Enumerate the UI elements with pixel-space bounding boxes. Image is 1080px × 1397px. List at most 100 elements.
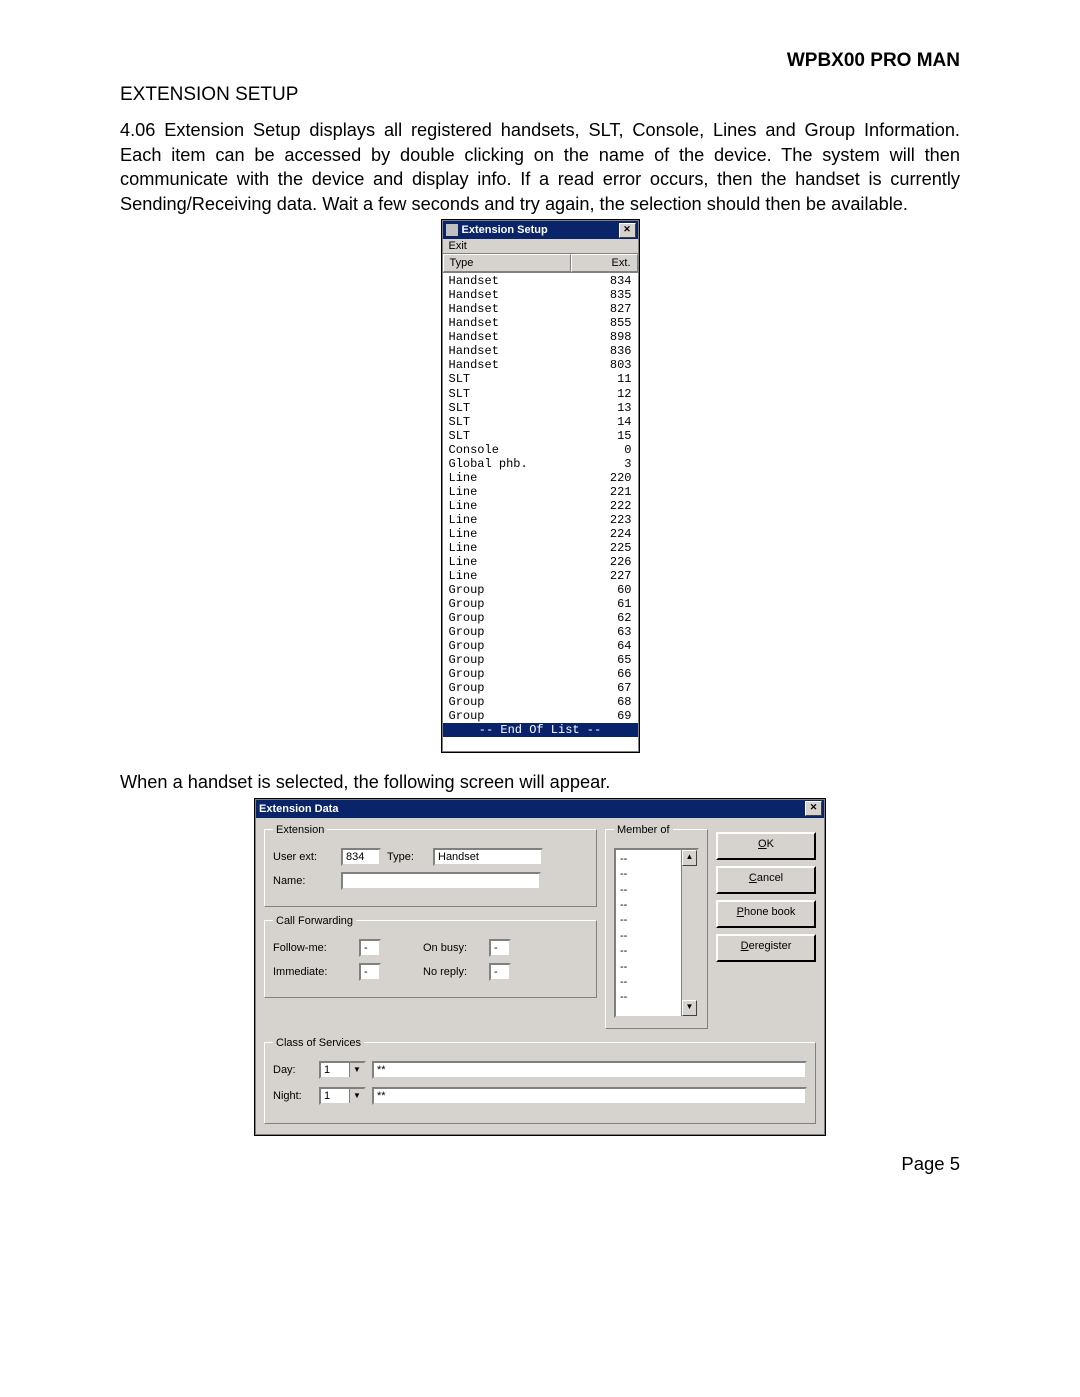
table-row[interactable]: Global phb.3 bbox=[443, 457, 638, 471]
type-field[interactable]: Handset bbox=[433, 848, 543, 866]
table-row[interactable]: Line222 bbox=[443, 499, 638, 513]
chevron-down-icon[interactable]: ▼ bbox=[349, 1089, 364, 1103]
cell-type: Group bbox=[449, 611, 569, 625]
userext-label: User ext: bbox=[273, 851, 335, 863]
col-header-type[interactable]: Type bbox=[443, 254, 571, 272]
cell-type: Group bbox=[449, 639, 569, 653]
userext-field[interactable]: 834 bbox=[341, 848, 381, 866]
cell-type: SLT bbox=[449, 415, 569, 429]
noreply-field[interactable]: - bbox=[489, 963, 511, 981]
table-row[interactable]: Handset827 bbox=[443, 302, 638, 316]
table-row[interactable]: Line224 bbox=[443, 527, 638, 541]
night-dropdown[interactable]: 1 ▼ bbox=[319, 1087, 366, 1105]
table-row[interactable]: Line226 bbox=[443, 555, 638, 569]
cell-type: Handset bbox=[449, 288, 569, 302]
chevron-down-icon[interactable]: ▼ bbox=[349, 1063, 364, 1077]
table-row[interactable]: Group65 bbox=[443, 653, 638, 667]
cell-ext: 836 bbox=[569, 344, 632, 358]
table-row[interactable]: Console0 bbox=[443, 443, 638, 457]
cell-type: Group bbox=[449, 583, 569, 597]
phonebook-button[interactable]: Phone book bbox=[716, 900, 816, 928]
table-row[interactable]: SLT12 bbox=[443, 387, 638, 401]
immediate-field[interactable]: - bbox=[359, 963, 381, 981]
cell-type: SLT bbox=[449, 429, 569, 443]
table-row[interactable]: Group67 bbox=[443, 681, 638, 695]
app-icon bbox=[446, 224, 458, 236]
scrollbar[interactable]: ▲ ▼ bbox=[681, 850, 697, 1016]
extension-group: Extension User ext: 834 Type: Handset Na… bbox=[264, 824, 597, 907]
table-row[interactable]: Group62 bbox=[443, 611, 638, 625]
table-row[interactable]: Handset835 bbox=[443, 288, 638, 302]
ok-button[interactable]: OK bbox=[716, 832, 816, 860]
memberof-list[interactable]: -------------------- ▲ ▼ bbox=[614, 848, 699, 1018]
titlebar[interactable]: Extension Setup ✕ bbox=[443, 221, 638, 239]
cell-ext: 62 bbox=[569, 611, 632, 625]
cell-ext: 12 bbox=[569, 387, 632, 401]
cell-type: Handset bbox=[449, 330, 569, 344]
extension-list[interactable]: Handset834Handset835Handset827Handset855… bbox=[443, 272, 638, 751]
close-icon[interactable]: ✕ bbox=[805, 801, 822, 816]
table-row[interactable]: Group68 bbox=[443, 695, 638, 709]
table-row[interactable]: Group69 bbox=[443, 709, 638, 723]
table-row[interactable]: Line220 bbox=[443, 471, 638, 485]
table-row[interactable]: Group60 bbox=[443, 583, 638, 597]
table-row[interactable]: SLT13 bbox=[443, 401, 638, 415]
table-row[interactable]: Handset834 bbox=[443, 274, 638, 288]
cancel-button[interactable]: Cancel bbox=[716, 866, 816, 894]
scroll-down-icon[interactable]: ▼ bbox=[682, 1000, 697, 1016]
deregister-button[interactable]: Deregister bbox=[716, 934, 816, 962]
cell-type: Console bbox=[449, 443, 569, 457]
cell-type: Group bbox=[449, 653, 569, 667]
table-row[interactable]: SLT15 bbox=[443, 429, 638, 443]
cell-type: SLT bbox=[449, 372, 569, 386]
table-row[interactable]: Handset803 bbox=[443, 358, 638, 372]
cos-legend: Class of Services bbox=[273, 1037, 364, 1049]
col-header-ext[interactable]: Ext. bbox=[571, 254, 638, 272]
table-row[interactable]: SLT11 bbox=[443, 372, 638, 386]
followme-field[interactable]: - bbox=[359, 939, 381, 957]
onbusy-label: On busy: bbox=[423, 942, 483, 954]
table-row[interactable]: Handset898 bbox=[443, 330, 638, 344]
cell-ext: 65 bbox=[569, 653, 632, 667]
doc-title: WPBX00 PRO MAN bbox=[120, 50, 960, 72]
cell-type: Line bbox=[449, 541, 569, 555]
table-row[interactable]: Line227 bbox=[443, 569, 638, 583]
table-row[interactable]: Group61 bbox=[443, 597, 638, 611]
noreply-label: No reply: bbox=[423, 966, 483, 978]
night-label: Night: bbox=[273, 1090, 313, 1102]
day-detail-field[interactable]: ** bbox=[372, 1061, 807, 1079]
table-row[interactable]: Line225 bbox=[443, 541, 638, 555]
table-row[interactable]: Group64 bbox=[443, 639, 638, 653]
cell-ext: 221 bbox=[569, 485, 632, 499]
table-row[interactable]: Group66 bbox=[443, 667, 638, 681]
cf-legend: Call Forwarding bbox=[273, 915, 356, 927]
table-row[interactable]: Handset855 bbox=[443, 316, 638, 330]
table-row[interactable]: Group63 bbox=[443, 625, 638, 639]
cell-ext: 224 bbox=[569, 527, 632, 541]
table-row[interactable]: Handset836 bbox=[443, 344, 638, 358]
day-value: 1 bbox=[321, 1063, 349, 1077]
cell-type: Handset bbox=[449, 274, 569, 288]
cell-ext: 66 bbox=[569, 667, 632, 681]
cell-ext: 803 bbox=[569, 358, 632, 372]
cell-ext: 14 bbox=[569, 415, 632, 429]
cell-ext: 834 bbox=[569, 274, 632, 288]
scroll-up-icon[interactable]: ▲ bbox=[682, 850, 697, 866]
cell-type: Line bbox=[449, 527, 569, 541]
day-dropdown[interactable]: 1 ▼ bbox=[319, 1061, 366, 1079]
table-row[interactable]: SLT14 bbox=[443, 415, 638, 429]
menu-exit[interactable]: Exit bbox=[449, 240, 467, 252]
extension-legend: Extension bbox=[273, 824, 327, 836]
cell-type: SLT bbox=[449, 401, 569, 415]
name-field[interactable] bbox=[341, 872, 541, 890]
titlebar[interactable]: Extension Data ✕ bbox=[256, 800, 824, 818]
cell-type: Line bbox=[449, 569, 569, 583]
night-detail-field[interactable]: ** bbox=[372, 1087, 807, 1105]
cell-type: Line bbox=[449, 513, 569, 527]
cell-ext: 855 bbox=[569, 316, 632, 330]
close-icon[interactable]: ✕ bbox=[619, 223, 636, 238]
table-row[interactable]: Line221 bbox=[443, 485, 638, 499]
cell-type: Line bbox=[449, 499, 569, 513]
table-row[interactable]: Line223 bbox=[443, 513, 638, 527]
onbusy-field[interactable]: - bbox=[489, 939, 511, 957]
